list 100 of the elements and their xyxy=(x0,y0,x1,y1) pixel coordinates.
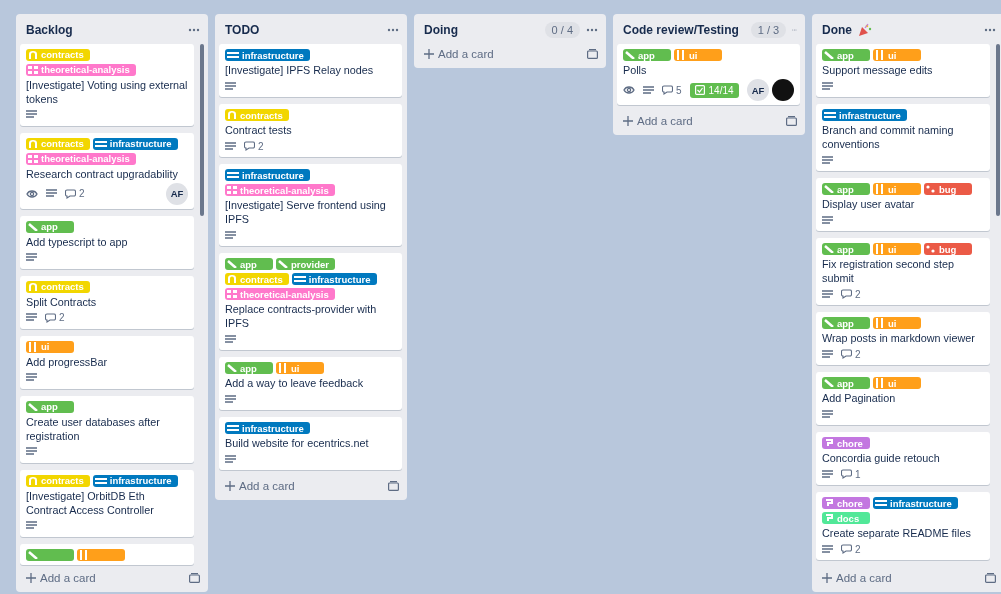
card[interactable]: app ui Polls 5 14/14 AF xyxy=(617,44,800,105)
card-title: Support message edits xyxy=(822,63,934,77)
card[interactable]: contracts Contract tests 2 xyxy=(219,104,402,157)
pipes-icon xyxy=(875,50,885,60)
card[interactable]: infrastructure Branch and commit naming conventions xyxy=(816,104,990,171)
template-icon[interactable] xyxy=(587,49,598,59)
add-card-button[interactable]: Add a card xyxy=(26,572,96,584)
card[interactable]: app ui bug Display user avatar xyxy=(816,178,990,231)
card-label: contracts xyxy=(26,474,90,487)
description-icon xyxy=(26,447,37,457)
pipes-icon xyxy=(28,341,38,352)
card[interactable]: chore infrastructure docs Create separate README files 2 xyxy=(816,492,990,560)
card[interactable]: app ui Add Pagination xyxy=(816,372,990,425)
blocks-icon xyxy=(227,186,237,194)
scrollbar-thumb[interactable] xyxy=(996,44,1000,216)
more-icon[interactable] xyxy=(984,28,996,32)
member-avatar[interactable] xyxy=(772,79,794,101)
card-title: Wrap posts in markdown viewer xyxy=(822,331,976,345)
add-card-button[interactable]: Add a card xyxy=(623,115,693,127)
card-label: infrastructure xyxy=(92,474,178,487)
blocks-icon xyxy=(227,290,237,298)
more-icon[interactable] xyxy=(586,28,598,32)
card-label: ui xyxy=(873,183,921,195)
list-title[interactable]: Code review/Testing xyxy=(623,23,739,37)
member-avatar[interactable]: AF xyxy=(166,182,188,205)
checklist-badge: 14/14 xyxy=(689,82,739,98)
scrollbar-thumb[interactable] xyxy=(200,44,204,216)
slash-icon xyxy=(824,379,834,387)
card-label: app xyxy=(26,220,74,233)
card-label: infrastructure xyxy=(822,109,907,121)
stripes-icon xyxy=(227,171,239,179)
card-label: app xyxy=(822,377,870,389)
card[interactable]: app Add typescript to app xyxy=(20,215,194,269)
card[interactable]: chore Concordia guide retouch 1 xyxy=(816,432,990,485)
card[interactable]: contracts Split Contracts 2 xyxy=(20,275,194,329)
card-label: infrastructure xyxy=(873,497,958,509)
plus-icon xyxy=(623,116,633,126)
add-card-button[interactable]: Add a card xyxy=(822,572,892,584)
card-title: Split Contracts xyxy=(26,294,98,309)
stripes-icon xyxy=(875,499,887,507)
template-icon[interactable] xyxy=(189,573,200,583)
card-title: Branch and commit naming conventions xyxy=(822,123,955,151)
card[interactable]: contracts infrastructure [Investigate] OrbitDB Eth Contract Access Controller xyxy=(20,469,194,537)
card-title: Contract tests xyxy=(225,123,293,137)
card[interactable]: infrastructure Build website for ecentrics.net xyxy=(219,417,402,470)
card-label: theoretical-analysis xyxy=(26,152,136,165)
template-icon[interactable] xyxy=(786,116,797,126)
arch-icon xyxy=(28,282,38,291)
card[interactable]: app Create user databases after registration xyxy=(20,395,194,463)
blocks-icon xyxy=(28,154,38,163)
comment-count: 2 xyxy=(244,140,264,152)
card[interactable]: infrastructure theoretical-analysis [Investigate] Serve frontend using IPFS xyxy=(219,164,402,246)
card[interactable] xyxy=(20,543,194,565)
more-icon[interactable] xyxy=(387,28,399,32)
card-title: Polls xyxy=(623,63,648,77)
more-icon[interactable] xyxy=(188,27,200,32)
card[interactable]: infrastructure [Investigate] IPFS Relay nodes xyxy=(219,44,402,97)
checkbox-icon xyxy=(694,85,705,95)
card[interactable]: contracts infrastructure theoretical-analysis Research contract upgradability 2 AF xyxy=(20,132,194,209)
add-card-button[interactable]: Add a card xyxy=(225,480,295,492)
description-icon xyxy=(822,469,833,479)
card-title: Concordia guide retouch xyxy=(822,451,941,465)
slash-icon xyxy=(278,260,288,268)
description-icon xyxy=(225,454,236,464)
slash-icon xyxy=(824,245,834,253)
card-title: Create user databases after registration xyxy=(26,414,161,443)
add-card-button[interactable]: Add a card xyxy=(424,48,494,60)
card-label: contracts xyxy=(225,109,289,121)
pipes-icon xyxy=(79,549,89,560)
card-label: bug xyxy=(924,243,972,255)
list-title[interactable]: Doing xyxy=(424,23,458,37)
slash-icon xyxy=(227,260,237,268)
card[interactable]: app ui Support message edits xyxy=(816,44,990,97)
description-icon xyxy=(225,81,236,91)
slash-icon xyxy=(28,402,38,411)
template-icon[interactable] xyxy=(388,481,399,491)
pipes-icon xyxy=(278,363,288,373)
card-label: ui xyxy=(674,49,722,61)
card-label: ui xyxy=(873,317,921,329)
comment-count: 2 xyxy=(841,348,861,360)
template-icon[interactable] xyxy=(985,573,996,583)
description-icon xyxy=(822,289,833,299)
list-title[interactable]: Done xyxy=(822,23,852,37)
card[interactable]: app ui Add a way to leave feedback xyxy=(219,357,402,410)
arch-icon xyxy=(28,139,38,148)
comment-count: 2 xyxy=(65,188,85,200)
list-title[interactable]: Backlog xyxy=(26,22,73,37)
card-label: contracts xyxy=(225,273,289,285)
description-icon xyxy=(822,215,833,225)
hook-icon xyxy=(824,439,834,447)
card[interactable]: ui Add progressBar xyxy=(20,335,194,389)
card[interactable]: app ui Wrap posts in markdown viewer 2 xyxy=(816,312,990,365)
card[interactable]: contracts theoretical-analysis [Investigate] Voting using external tokens xyxy=(20,43,194,126)
list-title[interactable]: TODO xyxy=(225,23,260,37)
comment-icon xyxy=(65,188,76,199)
card-label: app xyxy=(225,362,273,374)
comment-icon xyxy=(244,141,255,151)
card[interactable]: app provider contracts infrastructure theoretical-analysis Replace contracts-provider with IPFS xyxy=(219,253,402,350)
member-avatar[interactable]: AF xyxy=(747,79,769,101)
card[interactable]: app ui bug Fix registration second step submit 2 xyxy=(816,238,990,305)
